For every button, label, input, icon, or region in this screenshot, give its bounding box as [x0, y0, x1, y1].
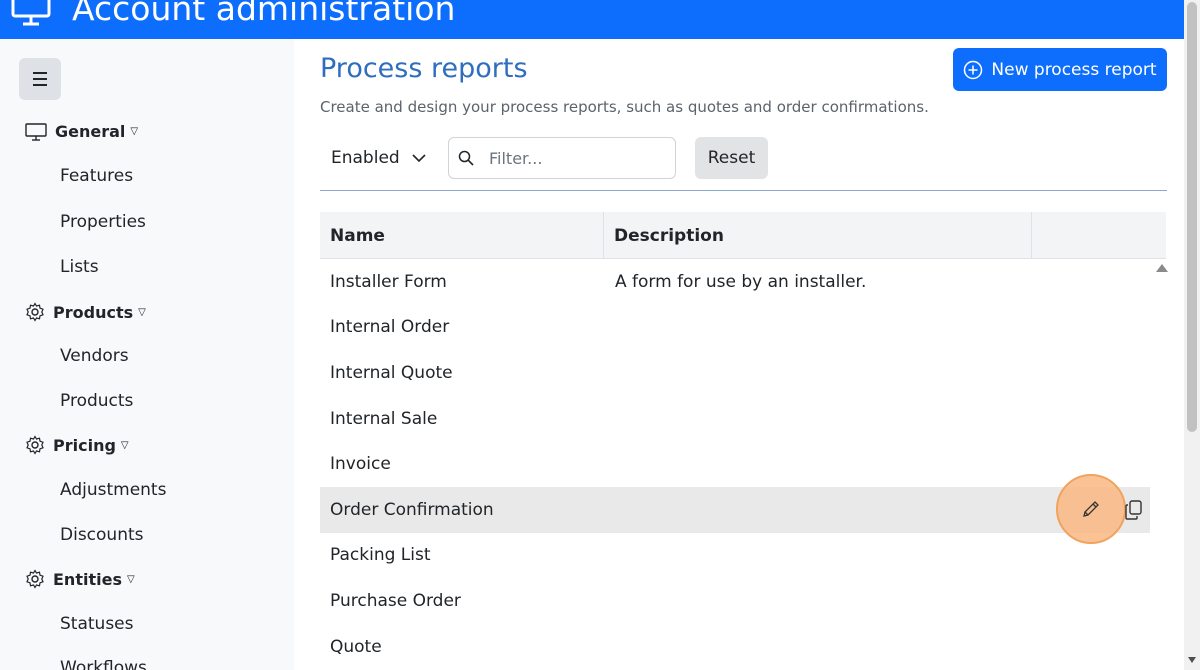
filter-field[interactable]	[448, 137, 676, 179]
sidebar-section-entities[interactable]: Entities ▽	[25, 569, 135, 589]
column-header-actions	[1032, 212, 1166, 259]
row-name: Purchase Order	[330, 590, 461, 611]
table-row[interactable]: Purchase Order	[320, 578, 1150, 624]
app-title: Account administration	[72, 0, 456, 28]
process-reports-table: Name Description Installer Form A form f…	[320, 212, 1168, 670]
edit-button[interactable]	[1056, 474, 1126, 544]
sidebar-item-lists[interactable]: Lists	[60, 257, 99, 277]
table-header: Name Description	[320, 212, 1166, 259]
caret-down-icon: ▽	[126, 573, 135, 585]
sidebar-item-workflows[interactable]: Workflows	[60, 658, 147, 670]
row-name: Installer Form	[330, 271, 447, 292]
table-row-highlighted[interactable]: Order Confirmation	[320, 486, 1150, 533]
new-process-report-button[interactable]: New process report	[953, 48, 1167, 91]
sidebar-section-label: General	[55, 122, 126, 141]
sidebar-item-products[interactable]: Products	[60, 391, 133, 411]
table-row[interactable]: Installer Form A form for use by an inst…	[320, 259, 1150, 305]
gear-icon	[26, 569, 44, 589]
sidebar-item-adjustments[interactable]: Adjustments	[60, 480, 166, 500]
row-name: Order Confirmation	[330, 499, 494, 520]
page-scrollbar[interactable]	[1184, 0, 1200, 670]
reset-button[interactable]: Reset	[695, 137, 768, 179]
caret-down-icon: ▽	[120, 439, 129, 451]
sidebar: General ▽ Features Properties Lists Prod…	[0, 39, 294, 670]
table-row[interactable]: Packing List	[320, 533, 1150, 579]
row-description: A form for use by an installer.	[615, 271, 867, 292]
main-content: Process reports Create and design your p…	[294, 39, 1184, 670]
plus-circle-icon	[964, 60, 983, 79]
status-filter-value: Enabled	[331, 148, 400, 168]
sidebar-section-pricing[interactable]: Pricing ▽	[25, 435, 129, 455]
caret-down-icon: ▽	[130, 126, 139, 137]
filter-input[interactable]	[489, 148, 649, 168]
page-title: Process reports	[320, 53, 528, 84]
gear-icon	[26, 435, 44, 455]
sidebar-section-general[interactable]: General ▽	[25, 122, 138, 141]
sidebar-item-discounts[interactable]: Discounts	[60, 525, 144, 545]
copy-icon[interactable]	[1125, 500, 1143, 520]
chevron-down-icon	[412, 153, 426, 162]
caret-down-icon: ▽	[138, 306, 146, 318]
sidebar-section-label: Products	[53, 302, 134, 322]
column-header-name[interactable]: Name	[320, 212, 604, 259]
table-row[interactable]: Quote	[320, 624, 1150, 670]
divider	[320, 190, 1167, 191]
search-icon	[458, 150, 474, 166]
table-body: Installer Form A form for use by an inst…	[320, 259, 1150, 669]
table-row[interactable]: Internal Order	[320, 305, 1150, 351]
column-header-description[interactable]: Description	[604, 212, 1032, 259]
row-name: Invoice	[330, 454, 391, 475]
top-bar: Account administration	[0, 0, 1184, 39]
table-row[interactable]: Invoice	[320, 441, 1150, 487]
row-name: Quote	[330, 636, 382, 657]
page-subtitle: Create and design your process reports, …	[320, 98, 929, 116]
gear-icon	[26, 302, 44, 322]
scrollbar-thumb[interactable]	[1187, 2, 1197, 432]
new-process-report-label: New process report	[991, 59, 1157, 80]
row-name: Internal Order	[330, 317, 450, 338]
sidebar-section-label: Entities	[53, 569, 122, 589]
monitor-icon	[25, 122, 47, 141]
sidebar-item-features[interactable]: Features	[60, 166, 133, 186]
scroll-up-arrow-icon[interactable]	[1156, 264, 1168, 272]
row-name: Internal Sale	[330, 408, 438, 429]
monitor-icon	[11, 0, 51, 26]
sidebar-item-properties[interactable]: Properties	[60, 212, 146, 232]
sidebar-item-vendors[interactable]: Vendors	[60, 346, 129, 366]
sidebar-section-label: Pricing	[53, 435, 116, 455]
menu-toggle-button[interactable]	[19, 58, 61, 100]
scroll-down-arrow-icon[interactable]	[1188, 657, 1196, 663]
row-name: Internal Quote	[330, 362, 453, 383]
table-row[interactable]: Internal Sale	[320, 396, 1150, 442]
status-filter-select[interactable]: Enabled	[320, 137, 426, 179]
pencil-icon	[1083, 501, 1099, 517]
table-row[interactable]: Internal Quote	[320, 350, 1150, 396]
sidebar-item-statuses[interactable]: Statuses	[60, 614, 134, 634]
row-name: Packing List	[330, 545, 431, 566]
sidebar-section-products[interactable]: Products ▽	[25, 302, 146, 322]
hamburger-icon	[33, 70, 47, 88]
